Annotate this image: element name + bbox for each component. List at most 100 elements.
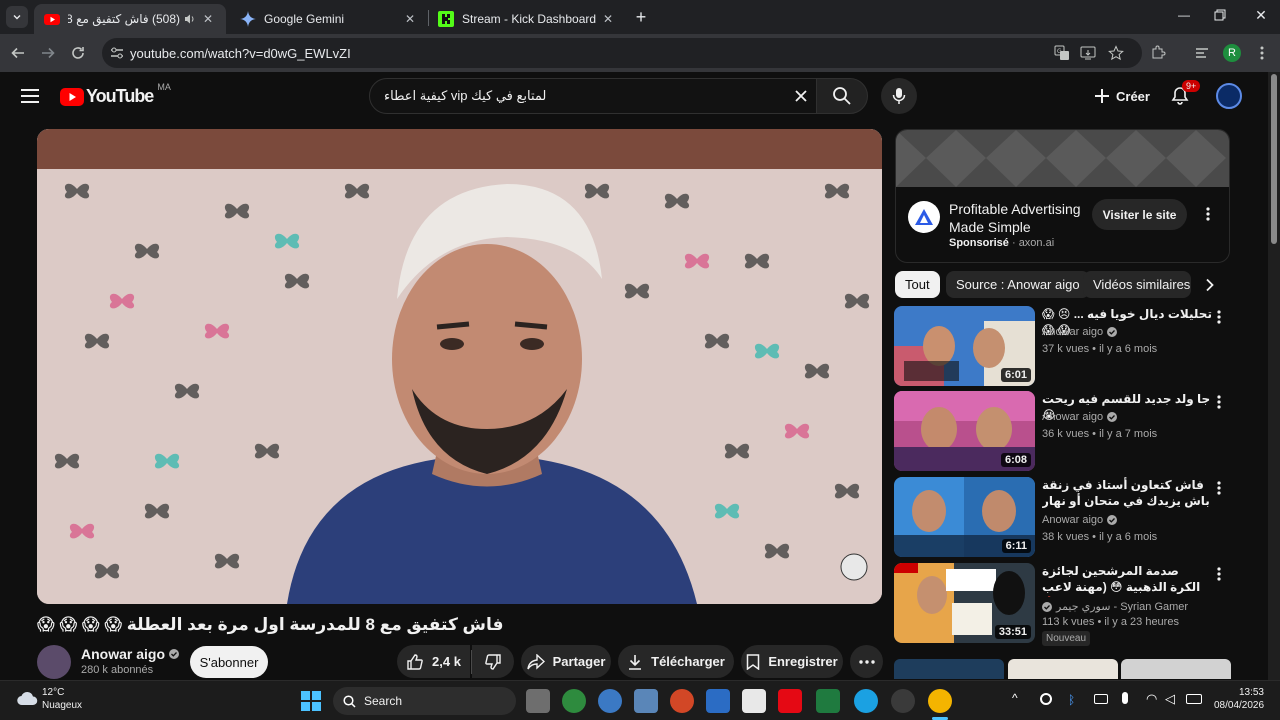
video-menu-icon[interactable] [1217,395,1221,409]
forward-button[interactable] [36,41,60,65]
close-tab-icon[interactable]: ✕ [402,11,418,27]
camera-app-icon[interactable] [634,689,658,713]
close-window-button[interactable]: ✕ [1252,7,1270,25]
guide-menu-button[interactable] [20,87,40,105]
tab-kick[interactable]: Stream - Kick Dashboard ✕ [428,4,626,34]
channel-name-row[interactable]: Anowar aigo [81,646,180,662]
video-channel[interactable]: Anowar aigo [1042,411,1118,423]
tab-gemini[interactable]: Google Gemini ✕ [230,4,428,34]
new-tab-button[interactable]: + [632,8,650,26]
close-tab-icon[interactable]: ✕ [200,11,216,27]
translate-icon[interactable]: G [1054,45,1070,61]
share-icon [526,653,545,670]
chrome-active-app-icon[interactable] [928,689,952,713]
task-view-icon[interactable] [526,689,550,713]
powerpoint-app-icon[interactable] [670,689,694,713]
like-button[interactable]: 2,4 k [397,645,470,678]
capcut-app-icon[interactable] [742,689,766,713]
word-app-icon[interactable] [706,689,730,713]
site-settings-icon[interactable] [110,46,124,60]
windows-start-icon[interactable] [300,690,322,712]
chrome-app-icon[interactable] [562,689,586,713]
search-input[interactable]: لمتابع في كيك vip كيفية اعطاء [369,78,817,114]
sponsored-ad-card[interactable]: Profitable Advertising Made Simple Spons… [895,129,1230,263]
more-actions-button[interactable] [850,645,883,678]
tab-youtube[interactable]: (508) فاش كتفيق مع 8 للمدرسة ✕ [34,4,226,34]
edge-app-icon[interactable] [854,689,878,713]
weather-widget[interactable]: 12°C Nuageux [42,686,82,712]
notifications-button[interactable]: 9+ [1170,80,1201,108]
chip-source[interactable]: Source : Anowar aigo [946,271,1090,298]
channel-avatar[interactable] [37,645,71,679]
video-thumbnail-partial[interactable] [894,659,1004,679]
upload-age: il y a 6 mois [1099,531,1158,543]
minimize-button[interactable]: — [1174,8,1194,26]
video-thumbnail-partial[interactable] [1121,659,1231,679]
clear-search-icon[interactable] [794,89,808,103]
video-player[interactable] [37,129,882,604]
list-item[interactable]: 6:01 تحليلات ديال خويا فيه ... 😣 😱 😱 😱 A… [894,306,1234,388]
list-item[interactable]: 6:08 جا ولد جديد للقسم فيه ريحت 😭 Anowar… [894,391,1234,473]
chrome-profile-app-icon[interactable] [891,689,915,713]
chip-all[interactable]: Tout [895,271,940,298]
back-button[interactable] [6,41,30,65]
video-menu-icon[interactable] [1217,481,1221,495]
video-thumbnail-partial[interactable] [1008,659,1118,679]
subscribe-button[interactable]: S'abonner [190,646,268,678]
windows-taskbar: 12°C Nuageux Search ^ ᛒ ◠ ◁ 13:53 08/04/… [0,680,1280,720]
search-button[interactable] [816,78,868,114]
clock[interactable]: 13:53 08/04/2026 [1214,686,1264,712]
address-bar[interactable]: youtube.com/watch?v=d0wG_EWLvZI G [102,38,1142,68]
battery-icon[interactable] [1186,694,1202,704]
page-scrollbar[interactable] [1268,72,1280,680]
bookmark-star-icon[interactable] [1108,45,1124,61]
audio-playing-icon[interactable] [184,13,196,25]
taskbar-search[interactable]: Search [333,687,516,715]
extensions-button[interactable] [1146,41,1170,65]
tab-list-button[interactable] [6,6,28,28]
save-button[interactable]: Enregistrer [741,645,843,678]
reading-list-button[interactable] [1190,41,1214,65]
chips-next-button[interactable] [1196,271,1224,299]
account-avatar[interactable] [1216,83,1242,109]
ad-menu-icon[interactable] [1206,207,1210,221]
install-app-icon[interactable] [1080,45,1096,61]
video-thumbnail[interactable]: 6:11 [894,477,1035,557]
meet-now-icon[interactable] [1094,694,1108,704]
share-button[interactable]: Partager [521,645,611,678]
reload-button[interactable] [66,41,90,65]
wifi-icon[interactable]: ◠ [1146,691,1157,707]
video-thumbnail[interactable]: 33:51 [894,563,1035,643]
list-item[interactable]: 6:11 فاش كتعاون أستاذ في زنقة باش يزيدك … [894,477,1234,559]
video-channel[interactable]: Anowar aigo [1042,514,1118,526]
create-button[interactable]: Créer [1084,79,1160,113]
video-channel[interactable]: Anowar aigo [1042,326,1118,338]
weather-cloud-icon[interactable] [16,690,38,706]
profile-button[interactable]: R [1220,41,1244,65]
voice-search-button[interactable] [881,78,917,114]
save-label: Enregistrer [768,654,838,669]
excel-app-icon[interactable] [816,689,840,713]
settings-app-icon[interactable] [598,689,622,713]
bluetooth-icon[interactable]: ᛒ [1068,693,1075,707]
netflix-app-icon[interactable] [778,689,802,713]
video-menu-icon[interactable] [1217,567,1221,581]
video-menu-icon[interactable] [1217,310,1221,324]
show-hidden-icons[interactable]: ^ [1012,691,1018,705]
video-thumbnail[interactable]: 6:08 [894,391,1035,471]
youtube-logo[interactable]: YouTube MA [60,82,171,107]
video-thumbnail[interactable]: 6:01 [894,306,1035,386]
dislike-button[interactable] [472,645,514,678]
volume-icon[interactable]: ◁ [1165,691,1175,707]
maximize-button[interactable] [1214,9,1228,23]
tray-app-icon[interactable] [1040,693,1052,705]
video-channel[interactable]: سوري جيمر - Syrian Gamer [1042,600,1188,613]
close-tab-icon[interactable]: ✕ [600,11,616,27]
list-item[interactable]: 33:51 صدمة المرشحين لجائزة الكرة الذهبية… [894,563,1234,649]
scrollbar-thumb[interactable] [1271,74,1277,244]
visit-site-button[interactable]: Visiter le site [1092,199,1187,230]
download-button[interactable]: Télécharger [618,645,734,678]
microphone-icon[interactable] [1122,692,1128,704]
browser-menu-button[interactable] [1250,41,1274,65]
chip-similar[interactable]: Vidéos similaires [1083,271,1191,298]
